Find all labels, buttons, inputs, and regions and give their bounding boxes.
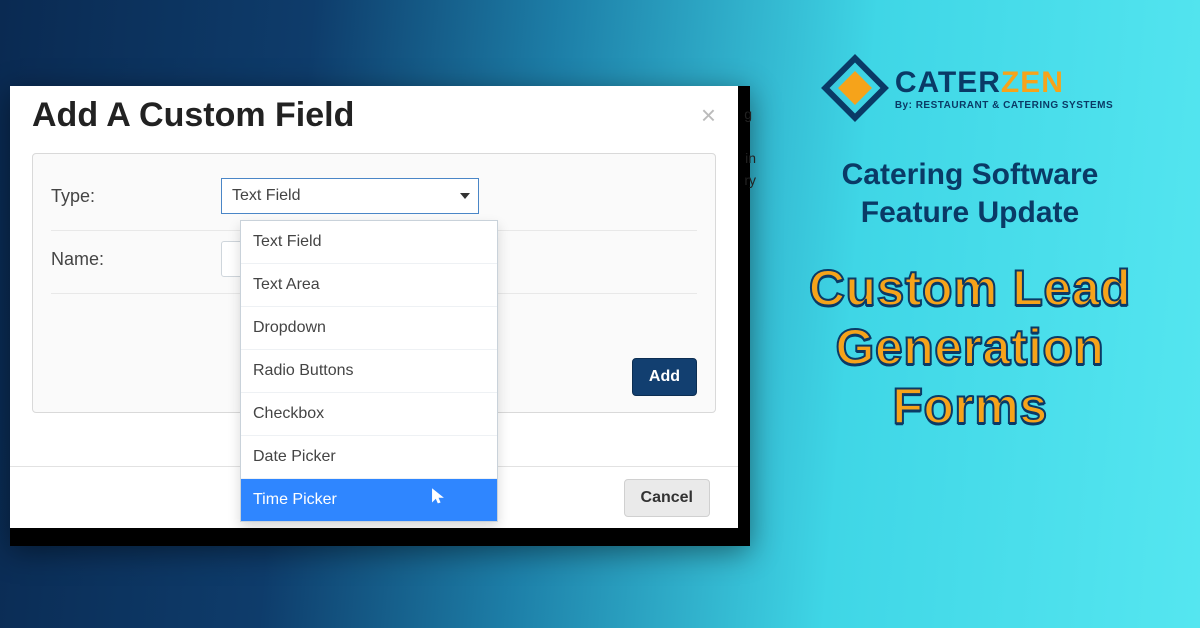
dropdown-option[interactable]: Time Picker	[241, 479, 497, 521]
subhead-line-2: Feature Update	[780, 194, 1160, 232]
brand-name-b: ZEN	[1001, 66, 1064, 99]
promo-column: CATERZEN By: RESTAURANT & CATERING SYSTE…	[780, 60, 1160, 436]
brand-text: CATERZEN By: RESTAURANT & CATERING SYSTE…	[895, 66, 1113, 111]
close-icon[interactable]: ×	[701, 100, 716, 131]
bg-text-fragment: in	[745, 150, 756, 166]
dropdown-option[interactable]: Radio Buttons	[241, 350, 497, 393]
promo-subhead: Catering Software Feature Update	[780, 156, 1160, 231]
cursor-icon	[431, 487, 445, 505]
dropdown-option[interactable]: Text Area	[241, 264, 497, 307]
brand-logo: CATERZEN By: RESTAURANT & CATERING SYSTE…	[780, 60, 1160, 116]
type-select-value: Text Field	[232, 187, 300, 205]
dropdown-option[interactable]: Dropdown	[241, 307, 497, 350]
name-label: Name:	[51, 249, 221, 270]
brand-tagline: By: RESTAURANT & CATERING SYSTEMS	[895, 100, 1113, 111]
add-button[interactable]: Add	[632, 358, 697, 396]
dropdown-option[interactable]: Date Picker	[241, 436, 497, 479]
dropdown-option[interactable]: Checkbox	[241, 393, 497, 436]
diamond-icon	[815, 48, 894, 127]
feature-banner: CATERZEN By: RESTAURANT & CATERING SYSTE…	[0, 0, 1200, 628]
modal-title: Add A Custom Field	[32, 96, 354, 135]
promo-headline: Custom Lead Generation Forms	[780, 259, 1160, 436]
brand-name-a: CATER	[895, 66, 1001, 99]
headline-line-2: Generation	[780, 318, 1160, 377]
bg-text-fragment: ry	[744, 172, 756, 188]
modal-header: Add A Custom Field ×	[10, 86, 738, 153]
headline-line-3: Forms	[780, 377, 1160, 436]
type-label: Type:	[51, 186, 221, 207]
cancel-button[interactable]: Cancel	[624, 479, 710, 517]
type-dropdown-list[interactable]: Text FieldText AreaDropdownRadio Buttons…	[240, 220, 498, 522]
chevron-down-icon	[460, 193, 470, 199]
dropdown-option[interactable]: Text Field	[241, 221, 497, 264]
type-select[interactable]: Text Field	[221, 178, 479, 214]
modal-dialog: Add A Custom Field × Type: Text Field Na…	[10, 86, 738, 528]
subhead-line-1: Catering Software	[780, 156, 1160, 194]
headline-line-1: Custom Lead	[780, 259, 1160, 318]
screenshot-frame: g in ry Add A Custom Field × Type: Text …	[10, 86, 750, 546]
bg-text-fragment: g	[744, 106, 752, 122]
